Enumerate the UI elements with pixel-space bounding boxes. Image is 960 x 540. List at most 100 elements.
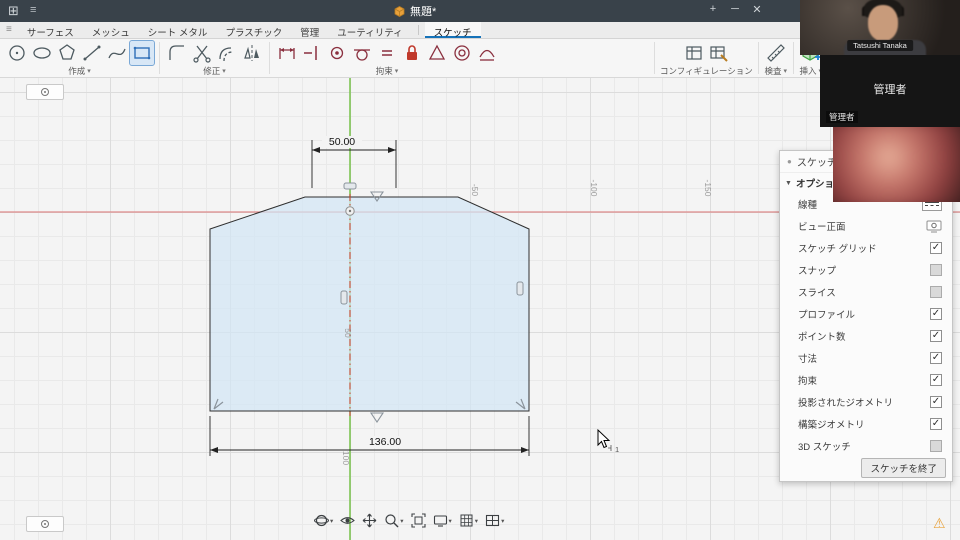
eye-icon — [340, 513, 355, 528]
spline-tool-button[interactable] — [105, 41, 129, 65]
display-settings-button[interactable]: ▾ — [433, 513, 452, 528]
equal-constraint-button[interactable] — [375, 41, 399, 65]
look-at-button[interactable] — [926, 220, 942, 233]
collapsed-browser-panel[interactable] — [26, 84, 64, 100]
curvature-icon — [476, 42, 498, 64]
dimension-icon — [276, 42, 298, 64]
mirror-tool-button[interactable] — [240, 41, 264, 65]
origin-dot — [349, 210, 351, 212]
tab-manage[interactable]: 管理 — [291, 22, 328, 38]
palette-row-snap: スナップ — [780, 259, 952, 281]
tab-divider — [418, 25, 419, 35]
checkbox-slice[interactable] — [930, 286, 942, 298]
sketch-profile[interactable] — [210, 197, 529, 411]
dimension-top[interactable]: 50.00 — [312, 136, 396, 188]
equal-icon — [376, 42, 398, 64]
symmetry-constraint-button[interactable] — [425, 41, 449, 65]
data-panel-toggle-icon[interactable]: ≡ — [30, 4, 36, 16]
vertical-constraint-glyph[interactable] — [371, 413, 383, 422]
minimize-button[interactable]: ─ — [726, 3, 744, 15]
configuration-table-button[interactable] — [682, 41, 706, 65]
magnifier-icon — [384, 513, 399, 528]
chevron-down-icon: ▾ — [395, 66, 399, 77]
tab-sheetmetal[interactable]: シート メタル — [139, 22, 217, 38]
fillet-tool-button[interactable] — [165, 41, 189, 65]
sketch-dimension-button[interactable] — [275, 41, 299, 65]
webcam-participant-1[interactable]: Tatsushi Tanaka — [800, 0, 960, 55]
line-tool-button[interactable] — [80, 41, 104, 65]
grid-icon — [459, 513, 474, 528]
ellipse-tool-button[interactable] — [30, 41, 54, 65]
symmetry-grip[interactable] — [341, 291, 347, 304]
palette-row-3d-sketch: 3D スケッチ — [780, 435, 952, 457]
trim-tool-button[interactable] — [190, 41, 214, 65]
inspect-group-label[interactable]: 検査 — [764, 66, 781, 77]
warning-icon[interactable]: ⚠ — [933, 515, 946, 532]
checkbox-points[interactable]: ✓ — [930, 330, 942, 342]
checkbox-projected-geometry[interactable]: ✓ — [930, 396, 942, 408]
new-document-tab-button[interactable]: + — [704, 3, 722, 15]
modify-group-label[interactable]: 修正 — [203, 66, 220, 77]
symmetry-grip[interactable] — [517, 282, 523, 295]
checkbox-constraints[interactable]: ✓ — [930, 374, 942, 386]
app-grid-icon[interactable]: ⊞ — [8, 3, 19, 19]
checkbox-sketch-grid[interactable]: ✓ — [930, 242, 942, 254]
participant-3-video — [833, 127, 960, 202]
webcam-participant-2[interactable]: 管理者 管理者 — [820, 55, 960, 127]
palette-row-sketch-grid: スケッチ グリッド✓ — [780, 237, 952, 259]
checkbox-profile[interactable]: ✓ — [930, 308, 942, 320]
insert-group-label[interactable]: 挿入 — [799, 66, 816, 77]
zoom-button[interactable]: ▾ — [384, 513, 403, 528]
viewports-button[interactable]: ▾ — [485, 513, 504, 528]
checkbox-dimensions[interactable]: ✓ — [930, 352, 942, 364]
fix-constraint-button[interactable] — [400, 41, 424, 65]
toolbar-group-create: 作成▾ — [0, 39, 159, 77]
horizontal-vertical-constraint-button[interactable] — [300, 41, 324, 65]
constraints-group-label[interactable]: 拘束 — [376, 66, 393, 77]
orbit-button[interactable]: ▾ — [314, 513, 333, 528]
circle-tool-button[interactable] — [5, 41, 29, 65]
tab-utilities[interactable]: ユーティリティ — [328, 22, 411, 38]
measure-tool-button[interactable] — [764, 41, 788, 65]
ruler-icon — [765, 42, 787, 64]
polygon-tool-button[interactable] — [55, 41, 79, 65]
edit-configuration-button[interactable] — [707, 41, 731, 65]
toolbar-group-inspect: 検査▾ — [759, 39, 793, 77]
tab-sketch[interactable]: スケッチ — [425, 22, 481, 38]
coincident-constraint-button[interactable] — [325, 41, 349, 65]
checkbox-3d-sketch[interactable] — [930, 440, 942, 452]
collapsed-comments-panel[interactable] — [26, 516, 64, 532]
concentric-constraint-button[interactable] — [450, 41, 474, 65]
offset-tool-button[interactable] — [215, 41, 239, 65]
finish-sketch-button[interactable]: スケッチを終了 — [861, 458, 946, 478]
section-caret-icon: ▼ — [785, 180, 792, 187]
mirror-icon — [241, 42, 263, 64]
tab-plastic[interactable]: プラスチック — [216, 22, 291, 38]
symmetry-grip[interactable] — [344, 183, 356, 189]
webcam-participant-3[interactable] — [833, 127, 960, 202]
tab-overflow-icon[interactable]: ≡ — [0, 22, 18, 38]
dimension-bottom[interactable]: 136.00 — [210, 416, 529, 456]
tab-surface[interactable]: サーフェス — [18, 22, 83, 38]
checkbox-construction-geometry[interactable]: ✓ — [930, 418, 942, 430]
look-at-button[interactable] — [340, 513, 355, 528]
chevron-down-icon: ▾ — [87, 66, 91, 77]
configuration-group-label[interactable]: コンフィギュレーション — [660, 66, 753, 77]
svg-text:1: 1 — [615, 445, 619, 454]
tangent-constraint-button[interactable] — [350, 41, 374, 65]
fit-button[interactable] — [411, 513, 426, 528]
viewports-icon — [485, 513, 500, 528]
panel-grip-icon — [41, 520, 49, 528]
create-group-label[interactable]: 作成 — [68, 66, 85, 77]
checkbox-snap[interactable] — [930, 264, 942, 276]
horizontal-vertical-icon — [301, 42, 323, 64]
close-button[interactable]: ✕ — [748, 3, 766, 16]
tangent-icon — [351, 42, 373, 64]
tab-mesh[interactable]: メッシュ — [83, 22, 139, 38]
document-tab[interactable]: 無題* — [386, 0, 444, 22]
grid-settings-button[interactable]: ▾ — [459, 513, 478, 528]
pan-button[interactable] — [362, 513, 377, 528]
curvature-constraint-button[interactable] — [475, 41, 499, 65]
rectangle-tool-button[interactable] — [130, 41, 154, 65]
palette-row-constraints: 拘束✓ — [780, 369, 952, 391]
